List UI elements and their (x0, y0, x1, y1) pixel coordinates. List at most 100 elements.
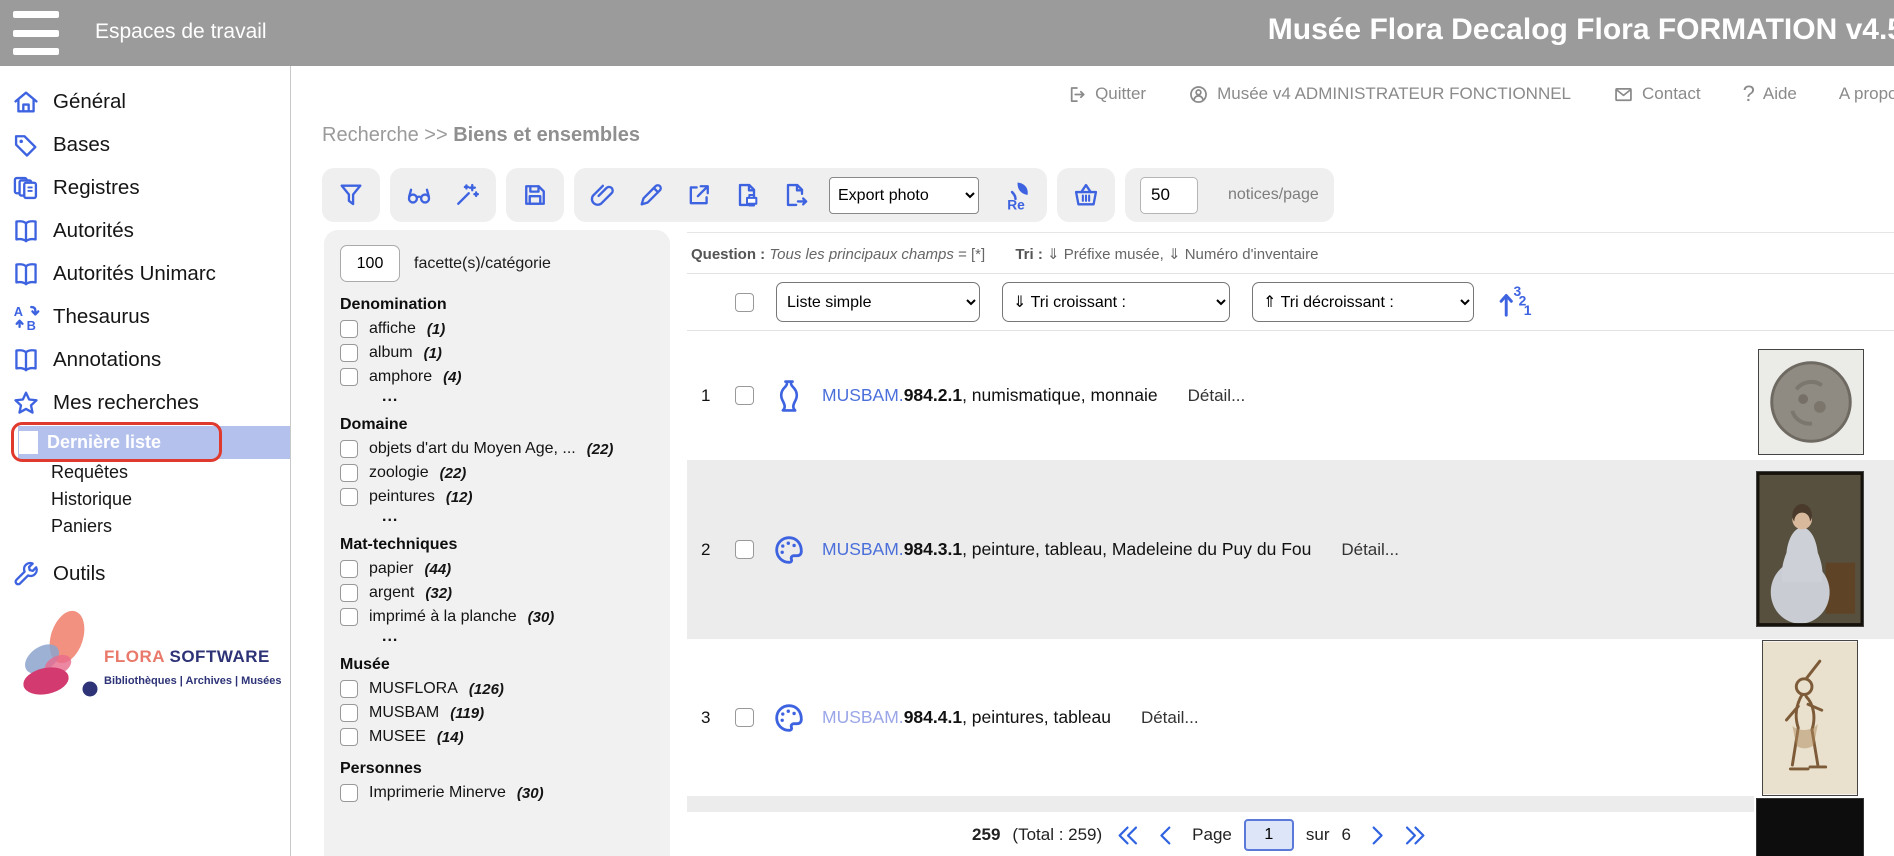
facet-checkbox[interactable] (340, 368, 358, 386)
record-link[interactable]: MUSBAM. (822, 707, 904, 727)
re-icon[interactable]: Re (999, 179, 1032, 212)
facet-checkbox[interactable] (340, 704, 358, 722)
of-label: sur (1305, 825, 1330, 844)
palette-icon (772, 701, 806, 735)
facet-checkbox-item[interactable]: album (1) (340, 344, 656, 362)
detail-link[interactable]: Détail... (1188, 386, 1246, 406)
previous-page-icon[interactable] (1153, 822, 1180, 849)
page-size-input[interactable] (1140, 176, 1198, 214)
breadcrumb: Recherche >> Biens et ensembles (322, 124, 640, 146)
sort-ascending-select[interactable]: ⇓ Tri croissant : (1002, 282, 1230, 322)
page-size-label: notices/page (1228, 186, 1319, 203)
facet-checkbox-item[interactable]: MUSFLORA (126) (340, 680, 656, 698)
print-page-icon[interactable] (733, 181, 761, 209)
facet-checkbox-item[interactable]: imprimé à la planche (30) (340, 608, 656, 626)
basket-icon[interactable] (1072, 181, 1100, 209)
record-link[interactable]: MUSBAM. (822, 539, 904, 559)
facet-checkbox-item[interactable]: zoologie (22) (340, 464, 656, 482)
facet-checkbox-item[interactable]: affiche (1) (340, 320, 656, 338)
sidebar-item-autorites[interactable]: Autorités (0, 209, 290, 252)
user-menu[interactable]: Musée v4 ADMINISTRATEUR FONCTIONNEL (1188, 84, 1571, 105)
first-page-icon[interactable] (1114, 822, 1141, 849)
sidebar-item-outils[interactable]: Outils (0, 552, 290, 595)
last-page-icon[interactable] (1402, 822, 1429, 849)
sidebar-nav: Général Bases Registres Autorités Autori… (0, 66, 290, 424)
top-links-bar: Quitter Musée v4 ADMINISTRATEUR FONCTION… (291, 66, 1894, 122)
result-thumbnail[interactable] (1756, 471, 1864, 627)
result-thumbnail[interactable] (1762, 640, 1858, 796)
help-link[interactable]: ? Aide (1743, 83, 1797, 105)
star-icon (12, 389, 40, 417)
sort-321-icon[interactable]: 321 (1496, 282, 1534, 322)
sidebar-item-thesaurus[interactable]: AB Thesaurus (0, 295, 290, 338)
facet-count-input[interactable] (340, 245, 400, 282)
sidebar-item-autorites-unimarc[interactable]: Autorités Unimarc (0, 252, 290, 295)
quit-link[interactable]: Quitter (1066, 84, 1146, 105)
placeholder-square (19, 431, 38, 454)
sidebar-item-mes-recherches[interactable]: Mes recherches (0, 381, 290, 424)
row-checkbox[interactable] (735, 386, 754, 405)
result-thumbnail[interactable] (1758, 349, 1864, 455)
export-photo-select[interactable]: Export photo (829, 176, 979, 214)
export-page-icon[interactable] (781, 181, 809, 209)
record-link[interactable]: MUSBAM. (822, 385, 904, 405)
facet-checkbox-item[interactable]: MUSEE (14) (340, 728, 656, 746)
next-page-icon[interactable] (1363, 822, 1390, 849)
facet-checkbox[interactable] (340, 344, 358, 362)
about-link[interactable]: A propos (1839, 84, 1894, 104)
sort-descending-select[interactable]: ⇑ Tri décroissant : (1252, 282, 1474, 322)
select-all-checkbox[interactable] (735, 292, 754, 312)
facet-group: Musée MUSFLORA (126) MUSBAM (119) MUSEE … (340, 656, 656, 746)
facet-checkbox-item[interactable]: Imprimerie Minerve (30) (340, 784, 656, 802)
pencil-icon[interactable] (637, 181, 665, 209)
facet-checkbox-item[interactable]: papier (44) (340, 560, 656, 578)
facet-checkbox[interactable] (340, 608, 358, 626)
sidebar-item-historique[interactable]: Historique (0, 486, 290, 513)
facet-checkbox-item[interactable]: amphore (4) (340, 368, 656, 386)
sidebar-item-registres[interactable]: Registres (0, 166, 290, 209)
filter-icon[interactable] (337, 181, 365, 209)
detail-link[interactable]: Détail... (1341, 540, 1399, 560)
facet-checkbox-item[interactable]: MUSBAM (119) (340, 704, 656, 722)
facet-checkbox[interactable] (340, 680, 358, 698)
facet-checkbox[interactable] (340, 320, 358, 338)
magic-wand-icon[interactable] (453, 181, 481, 209)
sidebar-item-paniers[interactable]: Paniers (0, 513, 290, 540)
vase-icon (772, 379, 806, 413)
facet-checkbox[interactable] (340, 464, 358, 482)
contact-link[interactable]: Contact (1613, 84, 1701, 105)
list-mode-select[interactable]: Liste simple (776, 282, 980, 322)
facet-checkbox-item[interactable]: objets d'art du Moyen Age, ... (22) (340, 440, 656, 458)
row-checkbox[interactable] (735, 540, 754, 559)
query-summary: Question : Tous les principaux champs = … (691, 246, 1319, 263)
envelope-icon (1613, 84, 1634, 105)
facet-more[interactable]: ... (382, 389, 656, 405)
facet-more[interactable]: ... (382, 629, 656, 645)
facet-checkbox[interactable] (340, 560, 358, 578)
save-icon[interactable] (521, 181, 549, 209)
detail-link[interactable]: Détail... (1141, 708, 1199, 728)
facet-checkbox[interactable] (340, 784, 358, 802)
facet-checkbox[interactable] (340, 728, 358, 746)
menu-icon[interactable] (13, 11, 59, 55)
sidebar-item-bases[interactable]: Bases (0, 123, 290, 166)
facet-checkbox[interactable] (340, 488, 358, 506)
sidebar-item-general[interactable]: Général (0, 80, 290, 123)
external-link-icon[interactable] (685, 181, 713, 209)
logo-name-flora: FLORA (104, 647, 166, 666)
facet-checkbox-item[interactable]: peintures (12) (340, 488, 656, 506)
glasses-icon[interactable] (405, 181, 433, 209)
facet-checkbox[interactable] (340, 584, 358, 602)
sidebar-item-derniere-liste[interactable]: Dernière liste (11, 422, 290, 462)
facet-checkbox-item[interactable]: argent (32) (340, 584, 656, 602)
result-thumbnail-partial[interactable] (1756, 798, 1864, 856)
facet-checkbox[interactable] (340, 440, 358, 458)
palette-icon (772, 533, 806, 567)
row-checkbox[interactable] (735, 708, 754, 727)
sidebar-item-annotations[interactable]: Annotations (0, 338, 290, 381)
sidebar-item-requetes[interactable]: Requêtes (0, 459, 290, 486)
result-row: 2 MUSBAM.984.3.1, peinture, tableau, Mad… (687, 460, 1894, 639)
page-number-input[interactable] (1243, 819, 1294, 851)
facet-more[interactable]: ... (382, 509, 656, 525)
paperclip-icon[interactable] (589, 181, 617, 209)
